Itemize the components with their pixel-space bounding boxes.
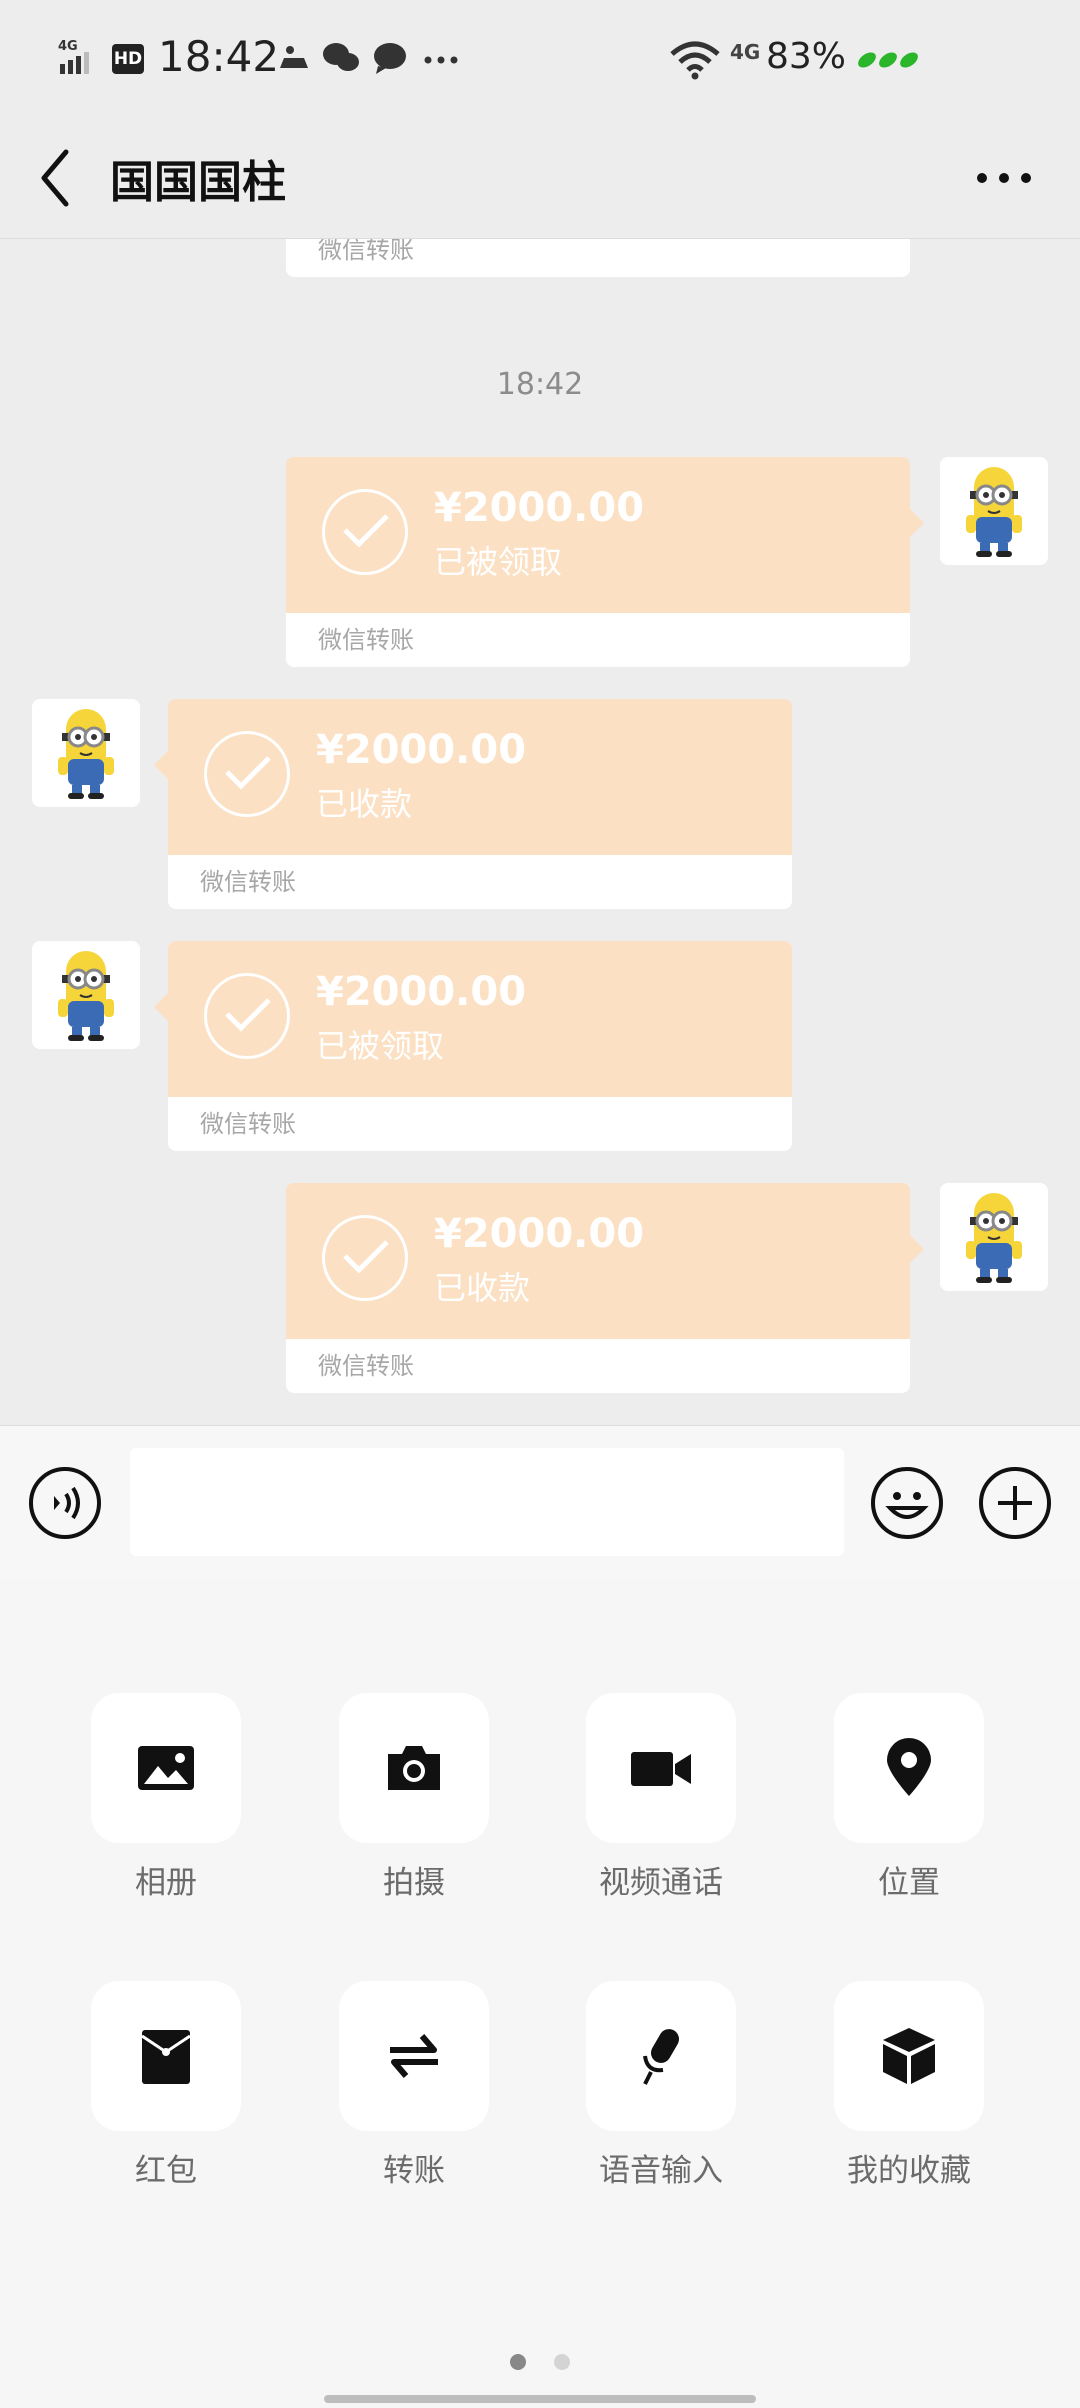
more-options-icon[interactable] — [974, 166, 1034, 190]
message-input[interactable] — [130, 1448, 844, 1556]
page-indicator — [510, 2354, 570, 2370]
back-arrow-icon[interactable] — [36, 146, 76, 210]
battery-percent: 83% — [766, 36, 847, 77]
minion-avatar-icon — [58, 951, 114, 1041]
transfer-status: 已被领取 — [434, 543, 563, 581]
hd-badge: HD — [112, 44, 144, 74]
chat-title: 国国国柱 — [110, 157, 286, 208]
minion-avatar-icon — [58, 709, 114, 799]
transfer-footer: 微信转账 — [286, 613, 910, 667]
tile-video-call[interactable]: 视频通话 — [586, 1693, 736, 1902]
tile-label: 视频通话 — [599, 1865, 723, 1901]
voice-mode-icon[interactable] — [28, 1466, 102, 1540]
transfer-status: 已收款 — [316, 785, 413, 823]
status-time: 18:42 — [158, 32, 280, 81]
favorites-icon — [883, 2028, 935, 2084]
chat-header: 国国国柱 — [0, 118, 1080, 239]
location-icon — [887, 1738, 931, 1796]
transfer-footer: 微信转账 — [168, 855, 792, 909]
tile-voice-input[interactable]: 语音输入 — [586, 1981, 736, 2190]
svg-text:4G: 4G — [58, 39, 78, 54]
minion-avatar-icon — [966, 1193, 1022, 1283]
bubble-tail — [910, 1235, 924, 1263]
transfer-amount: ¥2000.00 — [434, 485, 645, 531]
transfer-bubble[interactable]: ¥2000.00 已被领取 微信转账 — [286, 457, 910, 667]
check-circle-icon — [204, 973, 290, 1059]
transfer-footer: 微信转账 — [168, 1097, 792, 1151]
tile-label: 拍摄 — [383, 1865, 445, 1901]
more-status-icon — [424, 56, 458, 64]
tile-camera[interactable]: 拍摄 — [339, 1693, 489, 1902]
tile-label: 转账 — [383, 2153, 445, 2189]
transfer-amount: ¥2000.00 — [316, 727, 527, 773]
tile-label: 我的收藏 — [847, 2153, 971, 2189]
transfer-bubble[interactable]: ¥2000.00 已被领取 微信转账 — [168, 941, 792, 1151]
wifi-icon — [670, 41, 720, 80]
home-indicator[interactable] — [324, 2395, 756, 2403]
video-call-icon — [631, 1752, 691, 1786]
voice-input-icon — [643, 2029, 679, 2085]
message-icon — [374, 43, 406, 74]
status-bar: 4G HD 18:42 4G 83% — [0, 0, 1080, 118]
tile-location[interactable]: 位置 — [834, 1693, 984, 1902]
message-list[interactable]: 微信转账 18:42 ¥2000.00 已被领取 微信转账 ¥2000.00 已… — [0, 239, 1080, 1425]
tile-favorites[interactable]: 我的收藏 — [834, 1981, 984, 2190]
transfer-icon — [390, 2034, 438, 2078]
avatar[interactable] — [940, 457, 1048, 565]
transfer-status: 已收款 — [434, 1269, 531, 1307]
transfer-bubble-partial[interactable]: 微信转账 — [286, 239, 910, 277]
more-actions-panel: 相册 拍摄 视频通话 位置 红包 转账 语音输入 我的收藏 — [0, 1578, 1080, 2408]
avatar[interactable] — [32, 941, 140, 1049]
transfer-footer: 微信转账 — [286, 1339, 910, 1393]
emoji-icon[interactable] — [870, 1466, 944, 1540]
tile-label: 位置 — [878, 1865, 940, 1901]
message-timestamp: 18:42 — [496, 367, 584, 402]
tile-photo-album[interactable]: 相册 — [91, 1693, 241, 1902]
tile-label: 相册 — [135, 1865, 197, 1901]
transfer-footer: 微信转账 — [286, 239, 910, 277]
transfer-amount: ¥2000.00 — [316, 969, 527, 1015]
red-packet-icon — [141, 2030, 191, 2084]
check-circle-icon — [204, 731, 290, 817]
transfer-bubble[interactable]: ¥2000.00 已收款 微信转账 — [286, 1183, 910, 1393]
wechat-icon — [323, 43, 359, 71]
bubble-tail — [154, 993, 168, 1021]
transfer-amount: ¥2000.00 — [434, 1211, 645, 1257]
battery-leaf-icon — [858, 52, 918, 68]
check-circle-icon — [322, 489, 408, 575]
photo-icon — [138, 1746, 194, 1790]
tile-label: 语音输入 — [599, 2153, 723, 2189]
tile-red-packet[interactable]: 红包 — [91, 1981, 241, 2190]
tile-transfer[interactable]: 转账 — [339, 1981, 489, 2190]
minion-avatar-icon — [966, 467, 1022, 557]
bubble-tail — [154, 751, 168, 779]
avatar[interactable] — [32, 699, 140, 807]
input-bar — [0, 1425, 1080, 1579]
tile-label: 红包 — [135, 2153, 197, 2189]
add-more-icon[interactable] — [978, 1466, 1052, 1540]
camera-icon — [388, 1746, 440, 1790]
notification-icon — [280, 46, 308, 68]
bubble-tail — [910, 509, 924, 537]
transfer-status: 已被领取 — [316, 1027, 445, 1065]
signal-icon: 4G — [58, 39, 89, 74]
network-type: 4G — [730, 40, 761, 64]
avatar[interactable] — [940, 1183, 1048, 1291]
check-circle-icon — [322, 1215, 408, 1301]
transfer-bubble[interactable]: ¥2000.00 已收款 微信转账 — [168, 699, 792, 909]
